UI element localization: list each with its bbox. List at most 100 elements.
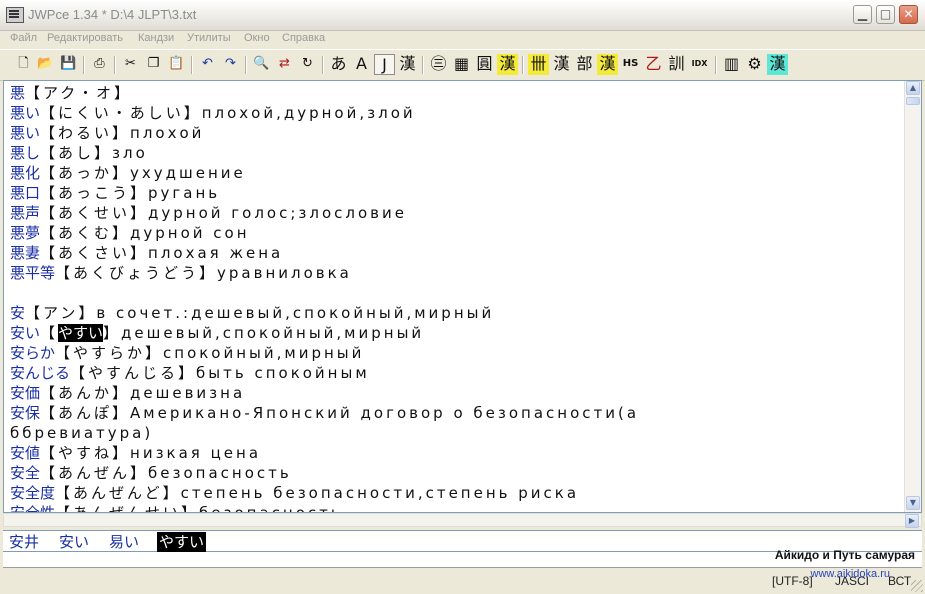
- candidate-item[interactable]: 易い: [109, 532, 139, 552]
- redo-icon[interactable]: ↷: [220, 54, 241, 75]
- print-icon[interactable]: ⎙: [89, 54, 110, 75]
- candidate-item[interactable]: 安い: [59, 532, 89, 552]
- dictionary-icon[interactable]: 圓: [474, 54, 495, 75]
- editor-line[interactable]: 悪い【にくい・あしい】плохой,дурной,злой: [10, 103, 906, 123]
- line-kanji: 安保: [10, 404, 41, 422]
- line-text: 【あんか】дешевизна: [40, 384, 246, 402]
- hiragana-mode-button[interactable]: あ: [328, 54, 349, 75]
- editor-line[interactable]: 安保【あんぽ】Американо-Японский договор о безо…: [10, 403, 906, 423]
- kanji-color-icon[interactable]: 漢: [767, 54, 788, 75]
- status-encoding: [UTF-8]: [772, 574, 813, 588]
- editor-line[interactable]: 安値【やすね】низкая цена: [10, 443, 906, 463]
- editor-line[interactable]: 悪夢【あくむ】дурной сон: [10, 223, 906, 243]
- scroll-up-icon[interactable]: ▲: [906, 81, 920, 95]
- editor-line[interactable]: 安んじる【やすんじる】быть спокойным: [10, 363, 906, 383]
- toolbar-separator: [114, 56, 116, 74]
- index-button[interactable]: IDX: [689, 54, 710, 75]
- maximize-button[interactable]: □: [876, 5, 895, 24]
- hs-lookup-button[interactable]: HS: [620, 54, 641, 75]
- window-title: JWPce 1.34 * D:\4 JLPT\3.txt: [28, 7, 197, 22]
- menu-kanji[interactable]: Кандзи: [138, 32, 174, 44]
- line-text: 【やすらか】спокойный,мирный: [55, 344, 365, 362]
- editor-line[interactable]: 悪い【わるい】плохой: [10, 123, 906, 143]
- save-icon[interactable]: 💾: [58, 54, 79, 75]
- menu-edit[interactable]: Редактировать: [47, 32, 123, 44]
- resize-grip[interactable]: [911, 580, 923, 592]
- line-kanji: 悪い: [10, 104, 41, 122]
- radical-icon[interactable]: 部: [574, 54, 595, 75]
- editor-line[interactable]: [10, 283, 906, 303]
- toolbar-separator: [522, 56, 524, 74]
- line-kanji: 安全: [10, 464, 41, 482]
- editor-line[interactable]: 安い【やすい】дешевый,спокойный,мирный: [10, 323, 906, 343]
- line-text: 【アク・オ】: [25, 84, 132, 102]
- close-button[interactable]: ✕: [899, 5, 918, 24]
- line-kanji: 悪: [10, 84, 26, 102]
- editor-line[interactable]: 安【アン】в сочет.:дешевый,спокойный,мирный: [10, 303, 906, 323]
- line-text: 】дешевый,спокойный,мирный: [103, 324, 425, 342]
- line-text: 【あんぜんせい】безопасность: [55, 504, 343, 513]
- menu-window[interactable]: Окно: [244, 32, 270, 44]
- selected-text[interactable]: やすい: [58, 324, 104, 342]
- undo-icon[interactable]: ↶: [197, 54, 218, 75]
- line-text: 【あっか】ухудшение: [40, 164, 246, 182]
- cut-icon[interactable]: ✂: [120, 54, 141, 75]
- vertical-scrollbar[interactable]: ▲ ▼: [904, 81, 921, 512]
- find-next-icon[interactable]: ↻: [297, 54, 318, 75]
- editor-line[interactable]: 安全性【あんぜんせい】безопасность: [10, 503, 906, 513]
- text-editor[interactable]: 悪【アク・オ】 悪い【にくい・あしい】плохой,дурной,злой 悪い【わ…: [3, 80, 922, 513]
- paste-icon[interactable]: 📋: [166, 54, 187, 75]
- minimize-button[interactable]: ▁: [853, 5, 872, 24]
- editor-line[interactable]: 安価【あんか】дешевизна: [10, 383, 906, 403]
- editor-line[interactable]: 悪妻【あくさい】плохая жена: [10, 243, 906, 263]
- ascii-mode-button[interactable]: A: [351, 54, 372, 75]
- stroke-order-icon[interactable]: 乙: [643, 54, 664, 75]
- scroll-right-icon[interactable]: ▶: [905, 514, 919, 528]
- kanji-lookup-icon[interactable]: ㊂: [428, 54, 449, 75]
- reading-icon[interactable]: 訓: [666, 54, 687, 75]
- line-kanji: 悪妻: [10, 244, 41, 262]
- editor-line[interactable]: 安らか【やすらか】спокойный,мирный: [10, 343, 906, 363]
- editor-line[interactable]: 悪声【あくせい】дурной голос;злословие: [10, 203, 906, 223]
- page-layout-icon[interactable]: ▥: [721, 54, 742, 75]
- line-kanji: 安値: [10, 444, 41, 462]
- editor-line[interactable]: 悪【アク・オ】: [10, 83, 906, 103]
- open-folder-icon[interactable]: 📂: [35, 54, 56, 75]
- new-file-icon[interactable]: 🗋: [13, 54, 34, 75]
- editor-line[interactable]: ббревиатура): [10, 423, 906, 443]
- line-kanji: 安全度: [10, 484, 56, 502]
- editor-line[interactable]: 悪平等【あくびょうどう】уравниловка: [10, 263, 906, 283]
- search-icon[interactable]: 🔍: [251, 54, 272, 75]
- line-kanji: 安らか: [10, 344, 56, 362]
- copy-icon[interactable]: ❐: [143, 54, 164, 75]
- menu-file[interactable]: Файл: [10, 32, 37, 44]
- radical-lookup-icon[interactable]: ▦: [451, 54, 472, 75]
- candidate-item-selected[interactable]: やすい: [157, 532, 207, 552]
- kanji-info-icon[interactable]: 漢: [497, 54, 518, 75]
- kanji-list-icon[interactable]: 漢: [551, 54, 572, 75]
- line-kanji: 悪夢: [10, 224, 41, 242]
- menu-bar: Файл Редактировать Кандзи Утилиты Окно С…: [0, 30, 925, 48]
- editor-line[interactable]: 安全【あんぜん】безопасность: [10, 463, 906, 483]
- scroll-thumb[interactable]: [906, 97, 920, 105]
- replace-icon[interactable]: ⇄: [274, 54, 295, 75]
- line-text: 【あくむ】дурной сон: [40, 224, 250, 242]
- kanji-highlight-icon[interactable]: 漢: [597, 54, 618, 75]
- editor-line[interactable]: 悪化【あっか】ухудшение: [10, 163, 906, 183]
- candidate-item[interactable]: 安井: [9, 532, 39, 552]
- line-kanji: 悪化: [10, 164, 41, 182]
- app-icon[interactable]: [6, 7, 24, 23]
- line-kanji: 悪い: [10, 124, 41, 142]
- editor-line[interactable]: 悪し【あし】зло: [10, 143, 906, 163]
- editor-line[interactable]: 悪口【あっこう】ругань: [10, 183, 906, 203]
- toolbar: 🗋 📂 💾 ⎙ ✂ ❐ 📋 ↶ ↷ 🔍 ⇄ ↻ あ A J 漢 ㊂ ▦ 圓 漢 …: [0, 49, 925, 81]
- japanese-mode-button[interactable]: J: [374, 54, 395, 75]
- kanji-mode-button[interactable]: 漢: [397, 54, 418, 75]
- scroll-down-icon[interactable]: ▼: [906, 496, 920, 510]
- menu-help[interactable]: Справка: [282, 32, 325, 44]
- options-icon[interactable]: ⚙: [744, 54, 765, 75]
- menu-utilities[interactable]: Утилиты: [187, 32, 231, 44]
- skip-lookup-icon[interactable]: 卌: [528, 54, 549, 75]
- editor-line[interactable]: 安全度【あんぜんど】степень безопасности,степень р…: [10, 483, 906, 503]
- horizontal-scrollbar[interactable]: ▶: [3, 513, 922, 528]
